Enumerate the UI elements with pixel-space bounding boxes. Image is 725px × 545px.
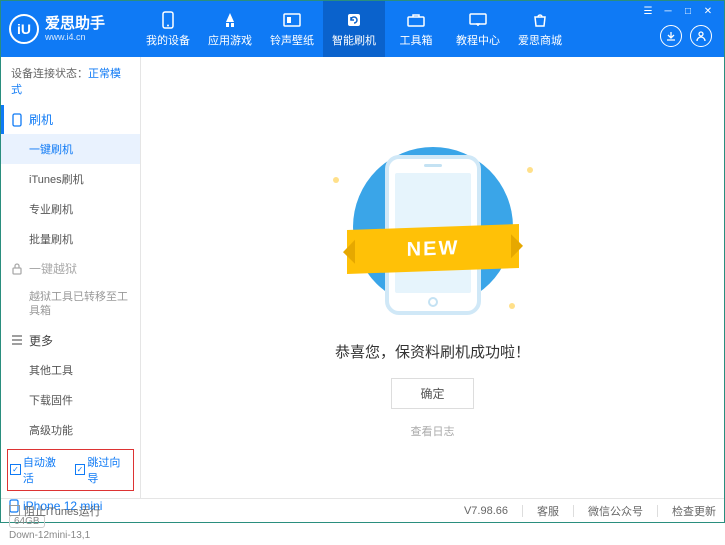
main-content: NEW 恭喜您，保资料刷机成功啦！ 确定 查看日志	[141, 57, 724, 498]
tab-toolbox[interactable]: 工具箱	[385, 1, 447, 57]
maximize-icon[interactable]: □	[682, 5, 694, 17]
user-icon[interactable]	[690, 25, 712, 47]
nav-tabs: 我的设备 应用游戏 铃声壁纸 智能刷机 工具箱 教程中心 爱思商城	[137, 1, 571, 57]
phone-icon	[159, 11, 177, 29]
phone-icon	[11, 113, 23, 127]
checkbox-icon: ✓	[75, 464, 86, 475]
lock-icon	[11, 263, 23, 275]
sidebar-item-pro[interactable]: 专业刷机	[1, 194, 140, 224]
tab-ringtone[interactable]: 铃声壁纸	[261, 1, 323, 57]
tab-flash[interactable]: 智能刷机	[323, 1, 385, 57]
checkbox-label: 自动激活	[23, 454, 67, 486]
menu-icon[interactable]: ☰	[642, 5, 654, 17]
success-message: 恭喜您，保资料刷机成功啦！	[335, 341, 530, 362]
download-icon[interactable]	[660, 25, 682, 47]
new-ribbon: NEW	[347, 223, 519, 273]
checkbox-block-itunes[interactable]: 阻止iTunes运行	[9, 503, 101, 519]
tab-store[interactable]: 爱思商城	[509, 1, 571, 57]
flash-icon	[345, 11, 363, 29]
tab-label: 工具箱	[400, 32, 433, 48]
toolbox-icon	[407, 11, 425, 29]
tab-label: 教程中心	[456, 32, 500, 48]
success-illustration: NEW	[323, 137, 543, 317]
ok-button[interactable]: 确定	[391, 378, 473, 409]
connection-status: 设备连接状态：正常模式	[1, 57, 140, 105]
sidebar: 设备连接状态：正常模式 刷机 一键刷机 iTunes刷机 专业刷机 批量刷机 一…	[1, 57, 141, 498]
sidebar-group-flash[interactable]: 刷机	[1, 105, 140, 134]
sidebar-item-itunes[interactable]: iTunes刷机	[1, 164, 140, 194]
list-icon	[11, 335, 23, 345]
group-title: 更多	[29, 332, 53, 349]
sidebar-item-batch[interactable]: 批量刷机	[1, 224, 140, 254]
checkbox-skip-guide[interactable]: ✓ 跳过向导	[75, 454, 132, 486]
group-title: 一键越狱	[29, 260, 77, 277]
tab-label: 我的设备	[146, 32, 190, 48]
tab-apps[interactable]: 应用游戏	[199, 1, 261, 57]
app-site: www.i4.cn	[45, 32, 105, 42]
tab-label: 铃声壁纸	[270, 32, 314, 48]
sidebar-jailbreak-note: 越狱工具已转移至工具箱	[1, 283, 140, 326]
divider	[573, 505, 574, 517]
tab-label: 应用游戏	[208, 32, 252, 48]
apps-icon	[221, 11, 239, 29]
sidebar-item-oneclick[interactable]: 一键刷机	[1, 134, 140, 164]
divider	[657, 505, 658, 517]
tab-my-device[interactable]: 我的设备	[137, 1, 199, 57]
version-label: V7.98.66	[464, 505, 508, 517]
wallpaper-icon	[283, 11, 301, 29]
close-icon[interactable]: ✕	[702, 5, 714, 17]
divider	[522, 505, 523, 517]
sidebar-group-jailbreak: 一键越狱	[1, 254, 140, 283]
view-log-link[interactable]: 查看日志	[411, 423, 455, 439]
minimize-icon[interactable]: ─	[662, 5, 674, 17]
footer-update[interactable]: 检查更新	[672, 503, 716, 519]
tab-label: 智能刷机	[332, 32, 376, 48]
app-header: iU 爱思助手 www.i4.cn 我的设备 应用游戏 铃声壁纸 智能刷机 工具…	[1, 1, 724, 57]
tutorial-icon	[469, 11, 487, 29]
group-title: 刷机	[29, 111, 53, 128]
footer-wechat[interactable]: 微信公众号	[588, 503, 643, 519]
checkbox-auto-activate[interactable]: ✓ 自动激活	[10, 454, 67, 486]
sidebar-options-highlight: ✓ 自动激活 ✓ 跳过向导	[7, 449, 134, 491]
checkbox-label: 跳过向导	[87, 454, 131, 486]
footer-service[interactable]: 客服	[537, 503, 559, 519]
sidebar-item-firmware[interactable]: 下载固件	[1, 385, 140, 415]
checkbox-label: 阻止iTunes运行	[24, 503, 101, 519]
logo-area: iU 爱思助手 www.i4.cn	[9, 14, 137, 44]
sidebar-item-advanced[interactable]: 高级功能	[1, 415, 140, 445]
logo-icon: iU	[9, 14, 39, 44]
window-controls: ☰ ─ □ ✕	[640, 1, 716, 21]
tab-tutorial[interactable]: 教程中心	[447, 1, 509, 57]
app-name: 爱思助手	[45, 16, 105, 33]
checkbox-icon: ✓	[10, 464, 21, 475]
device-model: Down-12mini-13,1	[9, 530, 132, 541]
tab-label: 爱思商城	[518, 32, 562, 48]
conn-label: 设备连接状态：	[11, 68, 88, 80]
sidebar-item-other[interactable]: 其他工具	[1, 355, 140, 385]
sidebar-group-more[interactable]: 更多	[1, 326, 140, 355]
store-icon	[531, 11, 549, 29]
checkbox-icon	[9, 505, 20, 516]
